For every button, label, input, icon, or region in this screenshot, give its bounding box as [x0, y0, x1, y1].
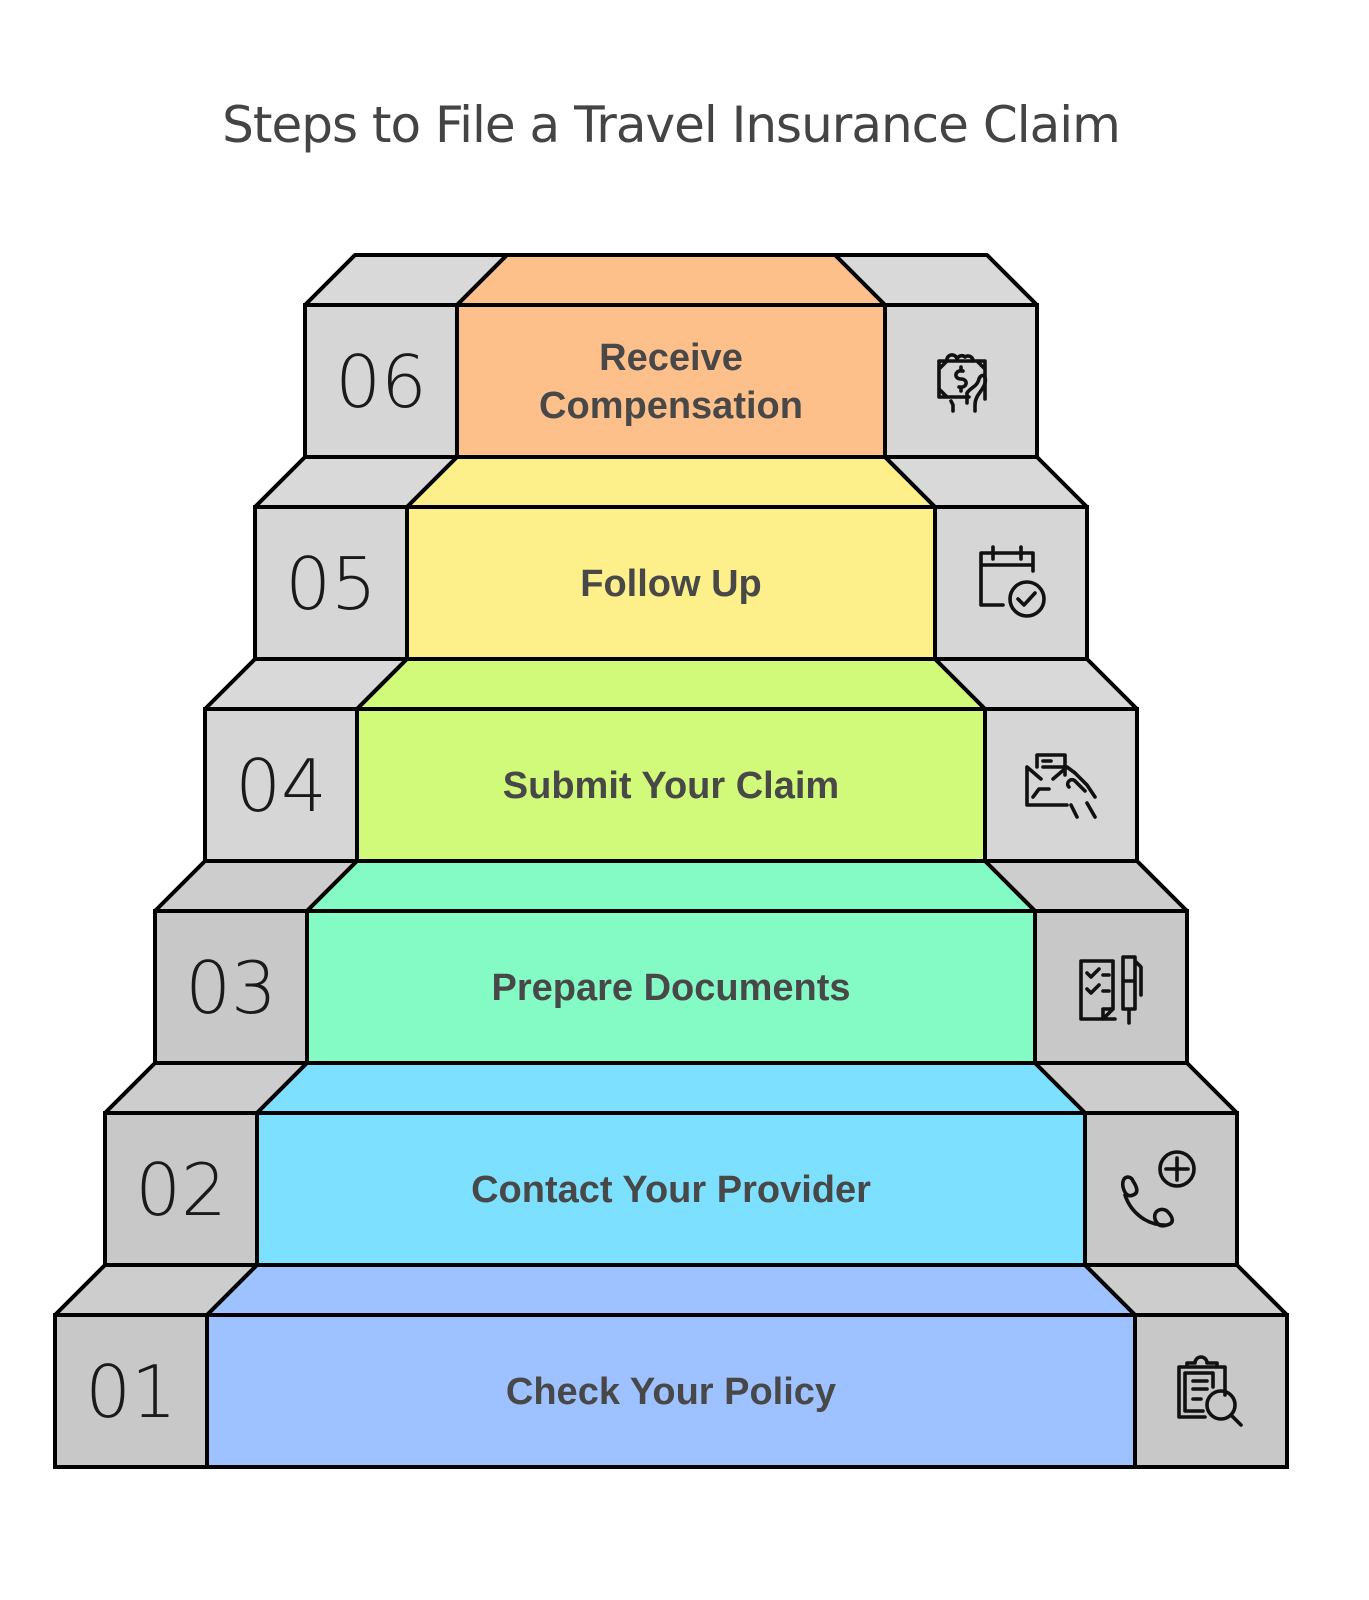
step-05: 05 Follow Up [253, 455, 1089, 661]
step-top-face [255, 1061, 1087, 1115]
step-label: Check Your Policy [506, 1371, 836, 1413]
step-01: 01 Check Your Policy [53, 1263, 1289, 1469]
step-top-face [355, 657, 987, 711]
step-06: 06 Receive Compensation [303, 253, 1039, 459]
step-label: Follow Up [580, 563, 762, 605]
step-number: 02 [135, 1148, 227, 1232]
step-number: 05 [285, 542, 377, 626]
step-top-face [305, 859, 1037, 913]
icon-block [1083, 1111, 1239, 1267]
icon-block [1133, 1313, 1289, 1469]
step-top-face [455, 253, 887, 307]
step-label: Prepare Documents [491, 967, 850, 1009]
step-number: 01 [85, 1350, 177, 1434]
step-label: Contact Your Provider [471, 1169, 871, 1211]
step-label: Receive [599, 337, 743, 379]
icon-block [933, 505, 1089, 661]
icon-block [883, 303, 1039, 459]
step-04: 04 Submit Your Claim [203, 657, 1139, 863]
step-label: Compensation [539, 385, 803, 427]
step-top-face [405, 455, 937, 509]
step-label: Submit Your Claim [503, 765, 839, 807]
icon-block [983, 707, 1139, 863]
staircase-diagram: 01 Check Your Policy 02 Contact Your Provid… [53, 253, 1289, 1469]
icon-block [1033, 909, 1189, 1065]
step-number: 06 [335, 340, 427, 424]
step-number: 03 [185, 946, 277, 1030]
step-03: 03 Prepare Documents [153, 859, 1189, 1065]
step-front-face [455, 303, 887, 459]
step-number: 04 [235, 744, 327, 828]
step-02: 02 Contact Your Provider [103, 1061, 1239, 1267]
step-top-face [205, 1263, 1137, 1317]
